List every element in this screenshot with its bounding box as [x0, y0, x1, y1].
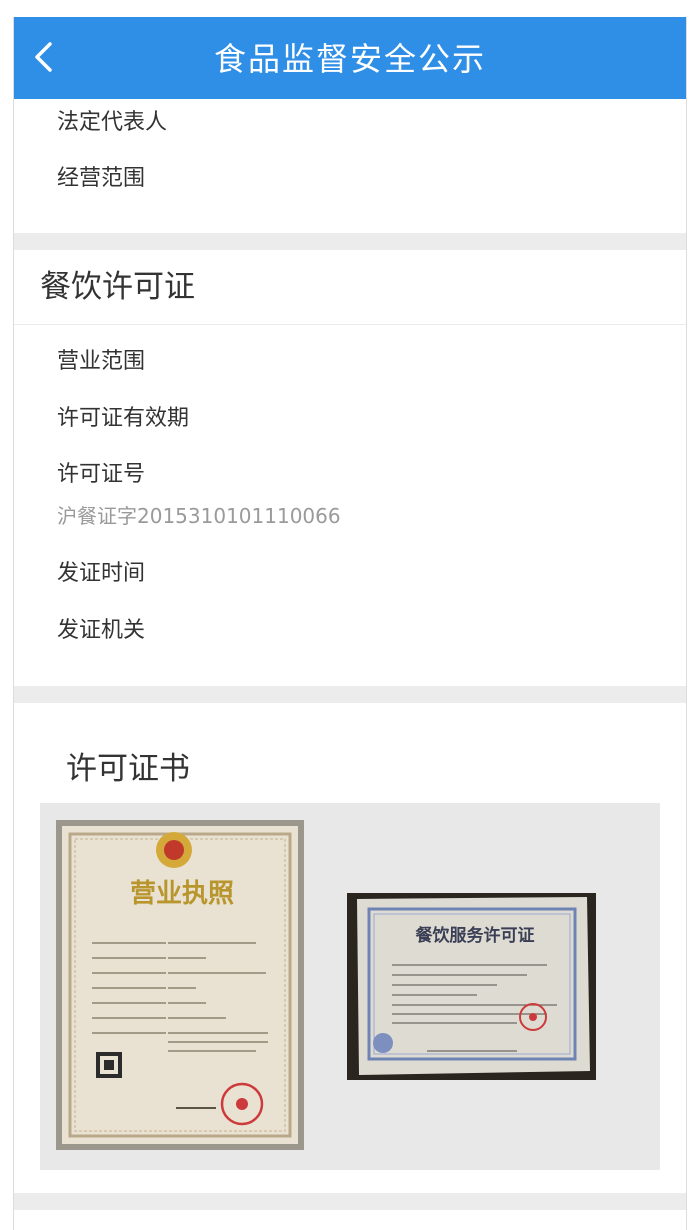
bottom-card [14, 1210, 686, 1230]
catering-license-card: 餐饮许可证 营业范围 许可证有效期 许可证号 沪餐证字2015310101110… [14, 250, 686, 686]
catering-permit-image: 餐饮服务许可证 [347, 893, 596, 1080]
business-info-card: 法定代表人 经营范围 [14, 99, 686, 233]
catering-license-title: 餐饮许可证 [40, 269, 195, 305]
certificates-card: 许可证书 营业执照 餐饮服务许可证 [14, 703, 686, 1193]
section-divider [14, 324, 686, 325]
business-license-image: 营业执照 [56, 820, 304, 1150]
business-license-photo[interactable]: 营业执照 [56, 820, 304, 1150]
catering-permit-photo[interactable]: 餐饮服务许可证 [347, 893, 596, 1080]
issuing-authority-label: 发证机关 [57, 618, 146, 643]
license-number-value: 沪餐证字2015310101110066 [57, 504, 341, 528]
issue-date-label: 发证时间 [57, 561, 146, 586]
operating-scope-label: 营业范围 [57, 349, 146, 374]
certificates-title: 许可证书 [66, 751, 190, 787]
legal-representative-label: 法定代表人 [57, 110, 168, 135]
certificate-gallery: 营业执照 餐饮服务许可证 [40, 803, 660, 1170]
license-number-label: 许可证号 [57, 462, 146, 487]
business-license-caption: 营业执照 [130, 879, 234, 909]
page-title: 食品监督安全公示 [213, 40, 486, 78]
license-validity-label: 许可证有效期 [57, 406, 190, 431]
navbar: 食品监督安全公示 [14, 17, 686, 99]
catering-permit-caption: 餐饮服务许可证 [416, 925, 535, 946]
app-frame: 食品监督安全公示 法定代表人 经营范围 餐饮许可证 营业范围 许可证有效期 许可… [13, 17, 687, 1230]
business-scope-label: 经营范围 [57, 166, 146, 191]
